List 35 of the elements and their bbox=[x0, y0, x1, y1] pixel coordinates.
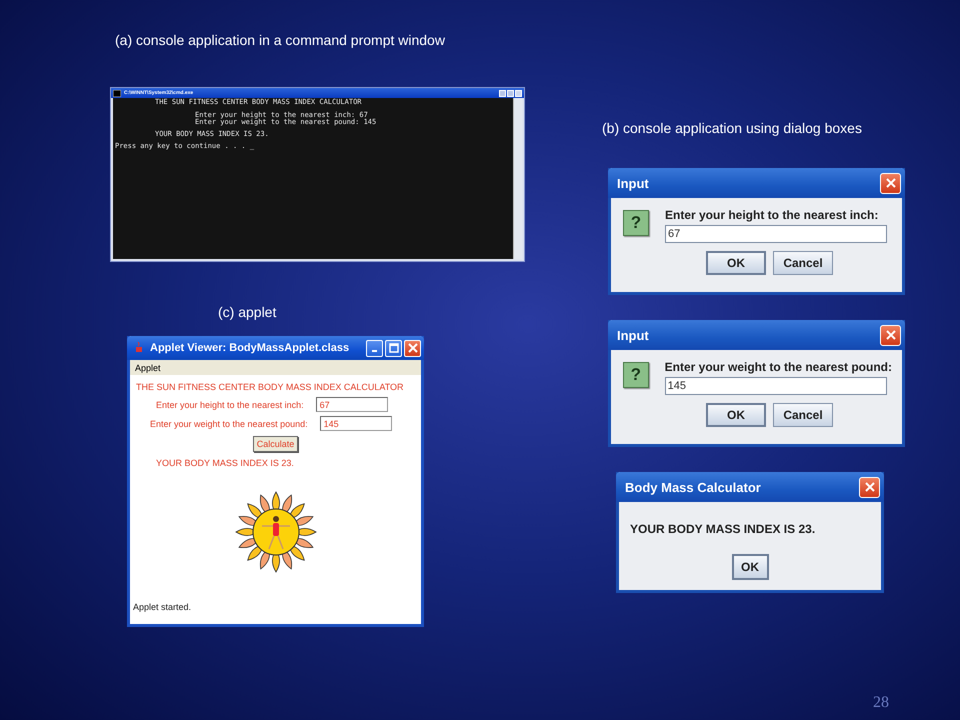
menu-item[interactable]: Applet bbox=[135, 362, 161, 372]
window-title: Input bbox=[617, 176, 649, 190]
question-icon: ? bbox=[623, 362, 649, 388]
input-field[interactable]: 67 bbox=[665, 225, 887, 243]
close-icon bbox=[864, 482, 874, 492]
caption: (b) console application using dialog boxes bbox=[602, 120, 862, 136]
field-label: Enter your weight to the nearest pound: bbox=[150, 418, 308, 428]
cancel-button[interactable]: Cancel bbox=[773, 403, 833, 427]
field-label: Enter your height to the nearest inch: bbox=[156, 400, 304, 410]
close-icon bbox=[886, 178, 896, 188]
scrollbar[interactable] bbox=[513, 98, 522, 259]
applet-heading: THE SUN FITNESS CENTER BODY MASS INDEX CALCULATOR bbox=[135, 381, 404, 392]
java-cup-icon bbox=[134, 342, 144, 354]
window-title: Body Mass Calculator bbox=[625, 480, 761, 494]
input-field[interactable]: 145 bbox=[320, 416, 392, 431]
prompt-label: Enter your height to the nearest inch: bbox=[665, 208, 880, 222]
input-field[interactable]: 145 bbox=[664, 377, 887, 395]
caption: (a) console application in a command prompt window bbox=[115, 32, 445, 48]
caption: (c) applet bbox=[218, 304, 276, 320]
maximize-icon bbox=[388, 343, 398, 353]
message-text: YOUR BODY MASS INDEX IS 23. bbox=[629, 521, 816, 536]
window-title: Applet Viewer: BodyMassApplet.class bbox=[150, 342, 350, 354]
close-icon bbox=[886, 330, 896, 340]
status-text: Applet started. bbox=[132, 601, 192, 612]
page-number: 28 bbox=[873, 694, 889, 712]
ok-button[interactable]: OK bbox=[706, 403, 766, 427]
ok-button[interactable]: OK bbox=[732, 554, 768, 580]
window-title: Input bbox=[617, 328, 649, 342]
prompt-label: Enter your weight to the nearest pound: bbox=[664, 360, 892, 374]
close-icon bbox=[408, 343, 418, 353]
input-field[interactable]: 67 bbox=[316, 397, 388, 412]
cancel-button[interactable]: Cancel bbox=[773, 251, 833, 275]
ok-button[interactable]: OK bbox=[706, 251, 766, 275]
result-text: YOUR BODY MASS INDEX IS 23. bbox=[155, 457, 294, 468]
question-icon: ? bbox=[623, 210, 649, 236]
